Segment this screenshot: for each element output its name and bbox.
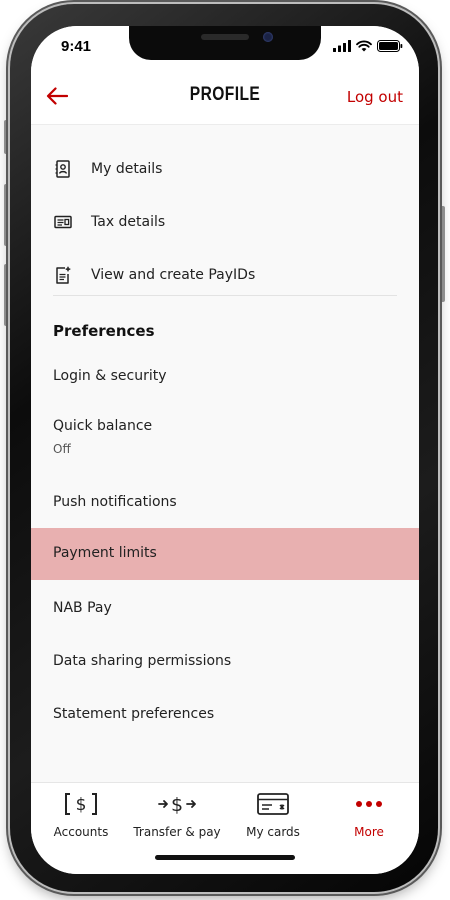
tax-details-item[interactable]: Tax details <box>31 198 419 246</box>
push-notifications-item[interactable]: Push notifications <box>31 482 419 528</box>
tab-more[interactable]: More <box>321 791 417 847</box>
power-button <box>440 206 445 302</box>
status-time: 9:41 <box>61 38 92 55</box>
speaker-grille <box>201 34 249 40</box>
statement-preferences-item[interactable]: Statement preferences <box>31 694 419 740</box>
payment-limits-label: Payment limits <box>53 545 157 561</box>
quick-balance-status: Off <box>53 442 71 456</box>
phone-screen: 9:41 PROFILE Log out My details Tax deta… <box>31 26 419 874</box>
section-divider <box>53 295 397 296</box>
volume-up-button <box>4 184 9 246</box>
svg-text:$: $ <box>171 794 183 816</box>
document-add-icon <box>54 266 72 284</box>
statement-preferences-label: Statement preferences <box>53 706 215 722</box>
preferences-heading: Preferences <box>53 322 155 340</box>
transfer-dollar-icon: $ <box>158 794 196 816</box>
payids-label: View and create PayIDs <box>91 267 256 283</box>
status-icons <box>333 40 403 52</box>
phone-frame: 9:41 PROFILE Log out My details Tax deta… <box>10 4 438 892</box>
my-details-label: My details <box>91 161 163 177</box>
home-indicator[interactable] <box>155 855 295 860</box>
my-details-item[interactable]: My details <box>31 145 419 193</box>
push-notifications-label: Push notifications <box>53 494 177 510</box>
cellular-signal-icon <box>333 40 351 52</box>
login-security-item[interactable]: Login & security <box>31 356 419 402</box>
payment-limits-item[interactable]: Payment limits <box>31 528 419 580</box>
tab-more-label: More <box>354 825 384 839</box>
page-title: PROFILE <box>189 84 261 105</box>
more-dots-icon <box>356 801 382 807</box>
tab-my-cards[interactable]: My cards <box>225 791 321 847</box>
data-sharing-label: Data sharing permissions <box>53 653 232 669</box>
nab-pay-item[interactable]: NAB Pay <box>31 588 419 634</box>
svg-text:$: $ <box>76 795 87 815</box>
arrow-left-icon <box>46 87 68 105</box>
front-camera <box>263 32 273 42</box>
battery-icon <box>377 40 403 52</box>
notch <box>129 26 321 60</box>
tab-transfer-pay-label: Transfer & pay <box>133 825 221 839</box>
dollar-bracket-icon: $ <box>65 793 97 815</box>
bottom-tab-bar: $ Accounts $ Transfer & pay My cards Mor… <box>31 782 419 874</box>
profile-content: My details Tax details View and create P… <box>31 124 419 780</box>
quick-balance-item[interactable]: Quick balance Off <box>31 408 419 470</box>
tab-transfer-pay[interactable]: $ Transfer & pay <box>129 791 225 847</box>
id-card-icon <box>54 213 72 231</box>
mute-switch <box>4 120 9 154</box>
payids-item[interactable]: View and create PayIDs <box>31 251 419 299</box>
tab-accounts[interactable]: $ Accounts <box>33 791 129 847</box>
log-out-button[interactable]: Log out <box>347 88 403 106</box>
wifi-icon <box>356 40 372 52</box>
data-sharing-item[interactable]: Data sharing permissions <box>31 641 419 687</box>
device-stage: 9:41 PROFILE Log out My details Tax deta… <box>0 0 450 900</box>
card-icon <box>257 793 289 815</box>
app-header: PROFILE Log out <box>31 70 419 125</box>
quick-balance-label: Quick balance <box>53 418 153 434</box>
tab-my-cards-label: My cards <box>246 825 300 839</box>
contact-card-icon <box>54 160 72 178</box>
tab-accounts-label: Accounts <box>53 825 109 839</box>
login-security-label: Login & security <box>53 368 167 384</box>
volume-down-button <box>4 264 9 326</box>
tax-details-label: Tax details <box>91 214 166 230</box>
nab-pay-label: NAB Pay <box>53 600 112 616</box>
